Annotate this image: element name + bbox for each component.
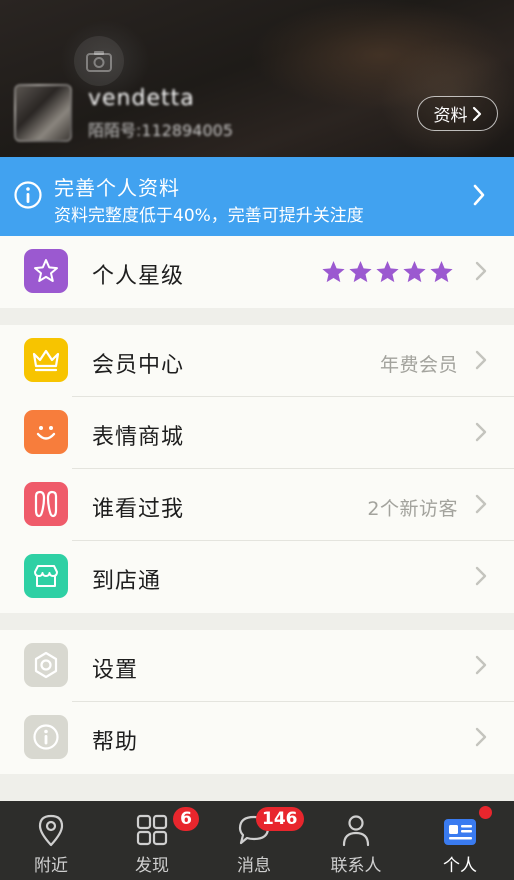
row-emoji-store[interactable]: 表情商城	[0, 397, 514, 469]
tab-messages[interactable]: 消息 146	[203, 801, 305, 880]
notification-badge: 146	[256, 807, 304, 831]
profile-card-icon	[444, 819, 476, 845]
row-store[interactable]: 到店通	[0, 541, 514, 613]
row-label: 帮助	[92, 730, 139, 755]
new-visitors-count: 2个新访客	[367, 498, 458, 520]
star-icon	[430, 261, 453, 283]
crown-icon	[24, 338, 68, 382]
profile-header: vendetta 陌陌号:112894005 资料	[0, 0, 514, 157]
chevron-right-icon	[472, 106, 481, 121]
row-help[interactable]: 帮助	[0, 702, 514, 774]
profile-button[interactable]: 资料	[417, 96, 498, 131]
person-icon	[342, 815, 370, 847]
star-icon	[376, 261, 399, 283]
tab-label: 消息	[237, 856, 271, 876]
tab-label: 联系人	[330, 856, 382, 876]
notification-dot	[479, 806, 492, 819]
section-services: 会员中心 年费会员 表情商城 谁看过我 2个新访客 到店通	[0, 325, 514, 613]
user-id: 陌陌号:112894005	[88, 121, 234, 140]
star-icon	[403, 261, 426, 283]
info-icon	[14, 181, 42, 209]
chevron-right-icon	[475, 494, 487, 514]
tab-label: 附近	[34, 856, 68, 876]
tab-discover[interactable]: 发现 6	[101, 801, 203, 880]
row-vip-center[interactable]: 会员中心 年费会员	[0, 325, 514, 397]
profile-button-label: 资料	[433, 106, 468, 126]
star-icon	[322, 261, 345, 283]
chevron-right-icon	[475, 566, 487, 586]
chevron-right-icon	[475, 350, 487, 370]
star-icon	[349, 261, 372, 283]
row-star-level[interactable]: 个人星级	[0, 236, 514, 308]
vip-status: 年费会员	[379, 354, 458, 376]
avatar[interactable]	[14, 84, 72, 142]
smile-icon	[24, 410, 68, 454]
row-label: 个人星级	[92, 264, 185, 289]
chevron-right-icon	[475, 727, 487, 747]
row-label: 设置	[92, 658, 139, 683]
tab-profile[interactable]: 个人	[409, 801, 511, 880]
notification-badge: 6	[173, 807, 199, 831]
banner-title: 完善个人资料	[54, 176, 180, 200]
row-label: 谁看过我	[92, 497, 185, 522]
banner-subtitle: 资料完整度低于40%，完善可提升关注度	[54, 206, 364, 226]
section-star-level: 个人星级	[0, 236, 514, 308]
gear-icon	[24, 643, 68, 687]
info-icon	[24, 715, 68, 759]
tab-nearby[interactable]: 附近	[0, 801, 102, 880]
store-icon	[24, 554, 68, 598]
chevron-right-icon	[475, 422, 487, 442]
row-settings[interactable]: 设置	[0, 630, 514, 702]
star-rating	[321, 260, 454, 284]
camera-icon[interactable]	[74, 36, 124, 86]
tab-label: 发现	[135, 856, 169, 876]
footprint-icon	[24, 482, 68, 526]
chevron-right-icon	[475, 261, 487, 281]
row-label: 会员中心	[92, 353, 185, 378]
section-system: 设置 帮助	[0, 630, 514, 774]
chevron-right-icon	[473, 184, 485, 206]
chevron-right-icon	[475, 655, 487, 675]
tab-label: 个人	[443, 856, 477, 876]
star-icon	[24, 249, 68, 293]
bottom-tab-bar: 附近 发现 6 消息 146 联系人 个人	[0, 801, 514, 880]
row-label: 表情商城	[92, 425, 185, 450]
grid-icon	[136, 814, 168, 846]
location-pin-icon	[38, 814, 64, 847]
tab-contacts[interactable]: 联系人	[305, 801, 407, 880]
row-label: 到店通	[92, 569, 162, 594]
username: vendetta	[88, 86, 195, 111]
row-visitors[interactable]: 谁看过我 2个新访客	[0, 469, 514, 541]
